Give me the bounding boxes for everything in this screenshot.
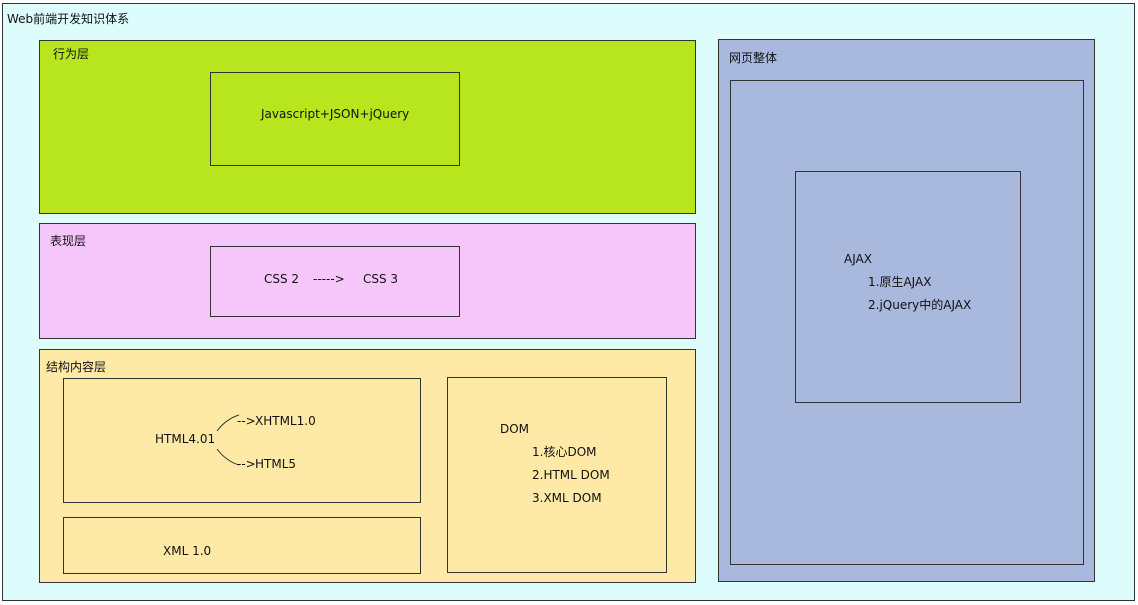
branch-line-xhtml (216, 414, 240, 432)
xml-box: XML 1.0 (63, 517, 421, 574)
structure-layer-label: 结构内容层 (46, 360, 107, 374)
css-to-text: CSS 3 (363, 272, 399, 286)
xhtml-target-text: XHTML1.0 (255, 414, 316, 428)
css-box: CSS 2 -----> CSS 3 (210, 246, 460, 317)
page-whole-label: 网页整体 (729, 51, 778, 65)
css-arrow-text: -----> (313, 272, 345, 286)
html-arrow-prefix-2: --> (237, 457, 256, 471)
html-box: HTML4.01 --> XHTML1.0 --> HTML5 (63, 378, 421, 503)
ajax-item: 2.jQuery中的AJAX (868, 298, 972, 312)
behavior-layer-label: 行为层 (53, 47, 90, 61)
ajax-box: AJAX 1.原生AJAX 2.jQuery中的AJAX (795, 171, 1021, 403)
html-arrow-prefix-1: --> (237, 414, 256, 428)
xml-text: XML 1.0 (163, 544, 212, 558)
ajax-item: 1.原生AJAX (868, 275, 932, 289)
branch-line-html5 (216, 448, 240, 466)
html-branch-lines (216, 414, 240, 466)
diagram-title: Web前端开发知识体系 (7, 12, 130, 26)
html5-target-text: HTML5 (255, 457, 297, 471)
dom-title: DOM (500, 422, 530, 436)
presentation-layer-label: 表现层 (50, 234, 87, 248)
dom-box: DOM 1.核心DOM 2.HTML DOM 3.XML DOM (447, 377, 667, 573)
dom-item: 1.核心DOM (532, 445, 597, 459)
css-from-text: CSS 2 (264, 272, 300, 286)
dom-item: 2.HTML DOM (532, 468, 610, 482)
dom-item: 3.XML DOM (532, 491, 602, 505)
behavior-content-box: Javascript+JSON+jQuery (210, 72, 460, 166)
ajax-title: AJAX (844, 252, 872, 266)
behavior-content-text: Javascript+JSON+jQuery (261, 107, 410, 121)
